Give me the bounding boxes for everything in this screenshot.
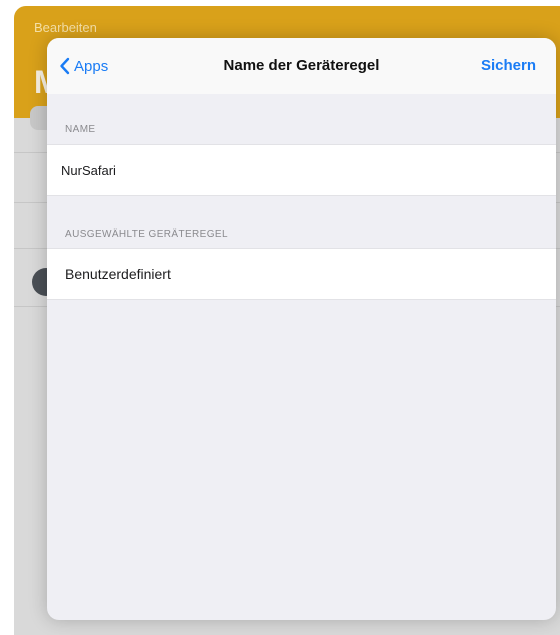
page-title: Name der Geräteregel: [223, 57, 380, 74]
navigation-bar: Apps Name der Geräteregel Sichern: [47, 38, 556, 94]
name-cell[interactable]: [47, 144, 556, 196]
selected-rule-cell[interactable]: Benutzerdefiniert: [47, 248, 556, 300]
background-edit-button[interactable]: Bearbeiten: [34, 20, 97, 35]
save-button[interactable]: Sichern: [481, 57, 536, 74]
name-section-header: NAME: [65, 124, 96, 135]
modal-sheet: Apps Name der Geräteregel Sichern NAME A…: [47, 38, 556, 620]
selected-rule-label: Benutzerdefiniert: [65, 266, 171, 282]
name-field[interactable]: [61, 162, 461, 178]
rule-section-header: AUSGEWÄHLTE GERÄTEREGEL: [65, 229, 228, 240]
screen: Bearbeiten M Apps Name der Geräteregel S…: [0, 0, 560, 635]
